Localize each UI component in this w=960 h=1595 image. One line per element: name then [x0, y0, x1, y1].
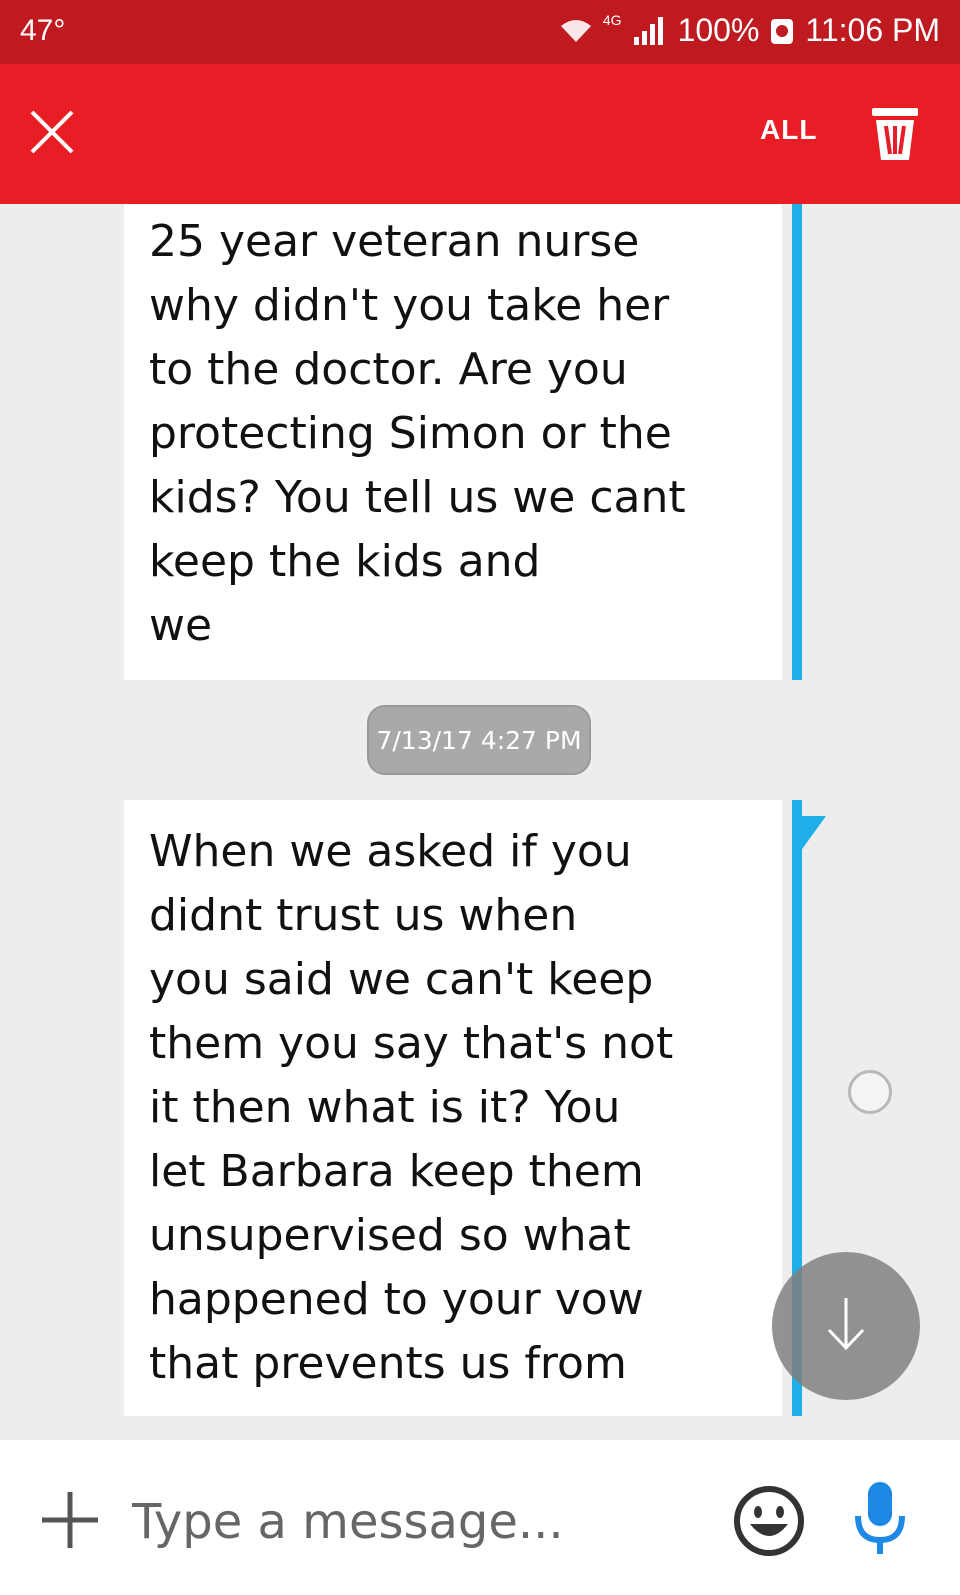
temperature: 47° [20, 14, 66, 47]
message-bubble[interactable]: When we asked if you didnt trust us when… [124, 800, 782, 1416]
clock: 11:06 PM [805, 12, 940, 48]
wifi-icon [559, 16, 593, 46]
bubble-tail-icon [800, 816, 826, 856]
battery-level: 100% [677, 12, 760, 48]
status-icons: 4G 100% 11:06 PM [559, 12, 940, 49]
message-select-radio[interactable] [848, 1070, 892, 1114]
mic-icon[interactable] [852, 1480, 908, 1564]
selected-indicator [792, 204, 802, 680]
message-timestamp: 7/13/17 4:27 PM [367, 705, 591, 775]
network-type: 4G [602, 12, 622, 28]
message-text: 25 year veteran nurse why didn't you tak… [149, 216, 686, 651]
status-bar: 47° 4G 100% 11:06 PM [0, 0, 960, 64]
scroll-to-bottom-button[interactable] [772, 1252, 920, 1400]
selection-toolbar: ALL [0, 64, 960, 204]
arrow-down-icon [821, 1294, 871, 1358]
message-text: When we asked if you didnt trust us when… [149, 826, 674, 1389]
emoji-icon[interactable] [732, 1484, 806, 1562]
trash-icon[interactable] [870, 102, 920, 166]
signal-icon [632, 15, 668, 47]
select-all-button[interactable]: ALL [760, 114, 817, 146]
plus-icon[interactable] [38, 1488, 102, 1556]
alarm-icon [769, 16, 795, 46]
message-composer [0, 1440, 960, 1595]
message-bubble[interactable]: 25 year veteran nurse why didn't you tak… [124, 204, 782, 680]
message-input[interactable] [130, 1486, 694, 1558]
close-icon[interactable] [24, 104, 80, 160]
